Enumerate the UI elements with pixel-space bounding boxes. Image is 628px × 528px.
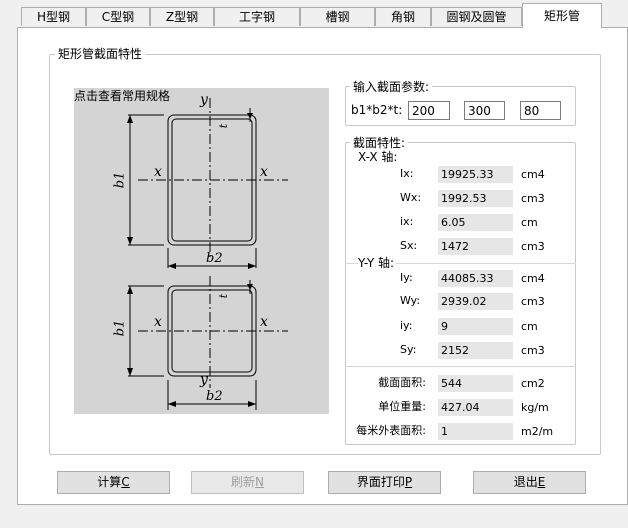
prop-unit: m2/m [521, 425, 554, 438]
calculate-label: 计算 [97, 475, 122, 489]
tab-i-beam[interactable]: 工字钢 [214, 7, 300, 26]
input-params-title: 输入截面参数: [350, 80, 433, 94]
dim-b1-label-top: b1 [112, 171, 128, 189]
b2-input[interactable] [464, 101, 505, 120]
exit-hotkey: E [537, 475, 546, 489]
section-drawing[interactable]: 点击查看常用规格 y x x b1 b2 t x x y b1 b2 t [74, 88, 329, 414]
prop-value: 9 [438, 318, 513, 335]
dim-t-label-bottom: t [217, 293, 231, 299]
calculate-button[interactable]: 计算C [57, 471, 170, 494]
section-group-title: 矩形管截面特性 [55, 47, 146, 61]
prop-name: Wy: [400, 294, 421, 307]
prop-value: 1472 [438, 238, 513, 255]
exit-label: 退出 [513, 475, 538, 489]
xx-axis-title: X-X 轴: [358, 150, 398, 164]
section-props-title: 截面特性: [350, 136, 409, 150]
prop-unit: cm4 [521, 168, 545, 181]
prop-unit: cm3 [521, 192, 545, 205]
dim-b2-label-bottom: b2 [206, 389, 223, 404]
prop-name: 单位重量: [378, 400, 426, 413]
prop-name: Wx: [400, 191, 422, 204]
prop-unit: cm3 [521, 344, 545, 357]
prop-value: 6.05 [438, 214, 513, 231]
tab-rect-tube[interactable]: 矩形管 [522, 3, 602, 28]
b1-input[interactable] [408, 101, 450, 120]
tab-round[interactable]: 圆钢及圆管 [431, 7, 522, 26]
dim-b2-label-top: b2 [206, 251, 223, 266]
print-button[interactable]: 界面打印P [328, 471, 441, 494]
prop-unit: kg/m [521, 401, 549, 414]
axis-x-label-right-top: x [260, 164, 268, 180]
tab-angle[interactable]: 角钢 [375, 7, 431, 26]
prop-unit: cm [521, 216, 538, 229]
prop-value: 44085.33 [438, 270, 513, 287]
calculate-hotkey: C [121, 475, 130, 489]
exit-button[interactable]: 退出E [473, 471, 586, 494]
rect-tube-diagram [127, 98, 288, 410]
prop-unit: cm2 [521, 377, 545, 390]
tab-z-steel[interactable]: Z型钢 [150, 7, 214, 26]
prop-value: 544 [438, 375, 513, 392]
yy-axis-title: Y-Y 轴: [358, 255, 397, 271]
axis-x-label-left-top: x [154, 164, 162, 180]
axis-x-label-right-bottom: x [260, 314, 268, 330]
t-input[interactable] [520, 101, 561, 120]
tab-h-steel[interactable]: H型钢 [21, 7, 86, 26]
prop-value: 1 [438, 423, 513, 440]
divider-yy-other [345, 366, 576, 367]
axis-y-label-top: y [200, 92, 208, 108]
prop-value: 2939.02 [438, 293, 513, 310]
axis-y-label-bottom: y [200, 372, 208, 388]
dim-b1-label-bottom: b1 [112, 319, 128, 337]
prop-value: 19925.33 [438, 166, 513, 183]
dims-label: b1*b2*t: [351, 103, 403, 117]
prop-unit: cm3 [521, 240, 545, 253]
prop-unit: cm3 [521, 295, 545, 308]
refresh-button[interactable]: 刷新N [191, 471, 304, 494]
prop-name: ix: [400, 215, 414, 228]
prop-value: 427.04 [438, 399, 513, 416]
prop-unit: cm4 [521, 272, 545, 285]
refresh-label: 刷新 [231, 475, 256, 489]
refresh-hotkey: N [255, 475, 264, 489]
prop-name: Ix: [400, 167, 414, 180]
prop-value: 1992.53 [438, 190, 513, 207]
tab-channel[interactable]: 槽钢 [300, 7, 375, 26]
prop-name: Iy: [400, 271, 413, 284]
axis-x-label-left-bottom: x [154, 314, 162, 330]
prop-name: 截面面积: [378, 376, 426, 389]
tab-c-steel[interactable]: C型钢 [86, 7, 150, 26]
prop-unit: cm [521, 320, 538, 333]
dim-t-label-top: t [217, 123, 231, 129]
prop-name: iy: [400, 319, 413, 332]
print-label: 界面打印 [356, 475, 405, 489]
prop-name: Sx: [400, 239, 418, 252]
prop-name: 每米外表面积: [356, 424, 426, 437]
print-hotkey: P [404, 475, 413, 489]
prop-name: Sy: [400, 343, 417, 356]
prop-value: 2152 [438, 342, 513, 359]
